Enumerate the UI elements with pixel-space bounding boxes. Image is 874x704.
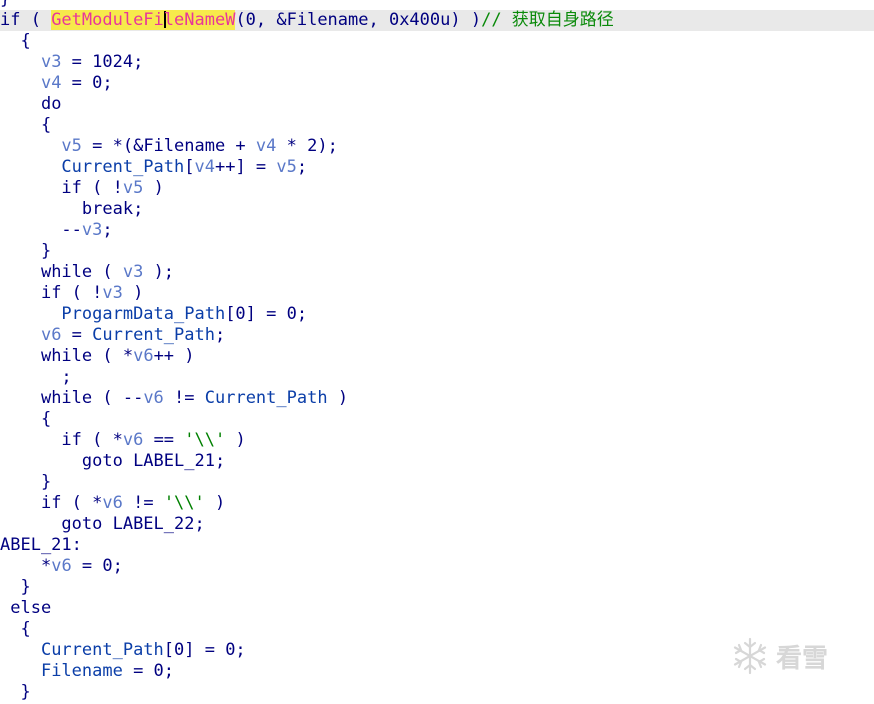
function-name[interactable]: GetModuleFileNameW bbox=[51, 10, 236, 30]
code-line: if ( !v3 ) bbox=[40, 283, 144, 303]
code-line: } bbox=[0, 0, 874, 10]
code-line: if ( *v6 == '\\' ) bbox=[61, 430, 246, 450]
code-line: } bbox=[20, 682, 31, 702]
code-line: while ( v3 ); bbox=[40, 262, 175, 282]
watermark-text: 看雪 bbox=[776, 643, 829, 674]
code-line: Current_Path[v4++] = v5; bbox=[61, 157, 308, 177]
code-line: v3 = 1024; bbox=[40, 52, 144, 72]
code-line: } bbox=[20, 577, 31, 597]
code-line: v4 = 0; bbox=[40, 73, 113, 93]
code-line: if ( !v5 ) bbox=[61, 178, 164, 198]
code-line: else bbox=[10, 598, 52, 618]
code-line-current: if ( GetModuleFileNameW(0, &Filename, 0x… bbox=[0, 10, 874, 31]
code-comment: // 获取自身路径 bbox=[481, 10, 614, 30]
code-line: { bbox=[40, 115, 52, 135]
code-line: ABEL_21: bbox=[0, 535, 82, 555]
code-line: v5 = *(&Filename + v4 * 2); bbox=[61, 136, 338, 156]
watermark: 看雪 bbox=[730, 636, 828, 676]
code-line: if ( *v6 != '\\' ) bbox=[40, 493, 226, 513]
snowflake-logo-icon bbox=[730, 636, 770, 676]
code-line: --v3; bbox=[61, 220, 113, 240]
code-line: { bbox=[40, 409, 52, 429]
code-line: break; bbox=[81, 199, 144, 219]
code-line: while ( *v6++ ) bbox=[40, 346, 195, 366]
code-line: } bbox=[40, 241, 52, 261]
code-line: while ( --v6 != Current_Path ) bbox=[40, 388, 349, 408]
code-line: { bbox=[20, 31, 31, 51]
code-line: *v6 = 0; bbox=[40, 556, 123, 576]
code-line: } bbox=[40, 472, 52, 492]
code-line: goto LABEL_22; bbox=[61, 514, 205, 534]
code-line: ProgarmData_Path[0] = 0; bbox=[61, 304, 308, 324]
code-line: goto LABEL_21; bbox=[81, 451, 226, 471]
code-line: ; bbox=[61, 367, 72, 387]
code-line: v6 = Current_Path; bbox=[40, 325, 226, 345]
code-line: do bbox=[40, 94, 62, 114]
